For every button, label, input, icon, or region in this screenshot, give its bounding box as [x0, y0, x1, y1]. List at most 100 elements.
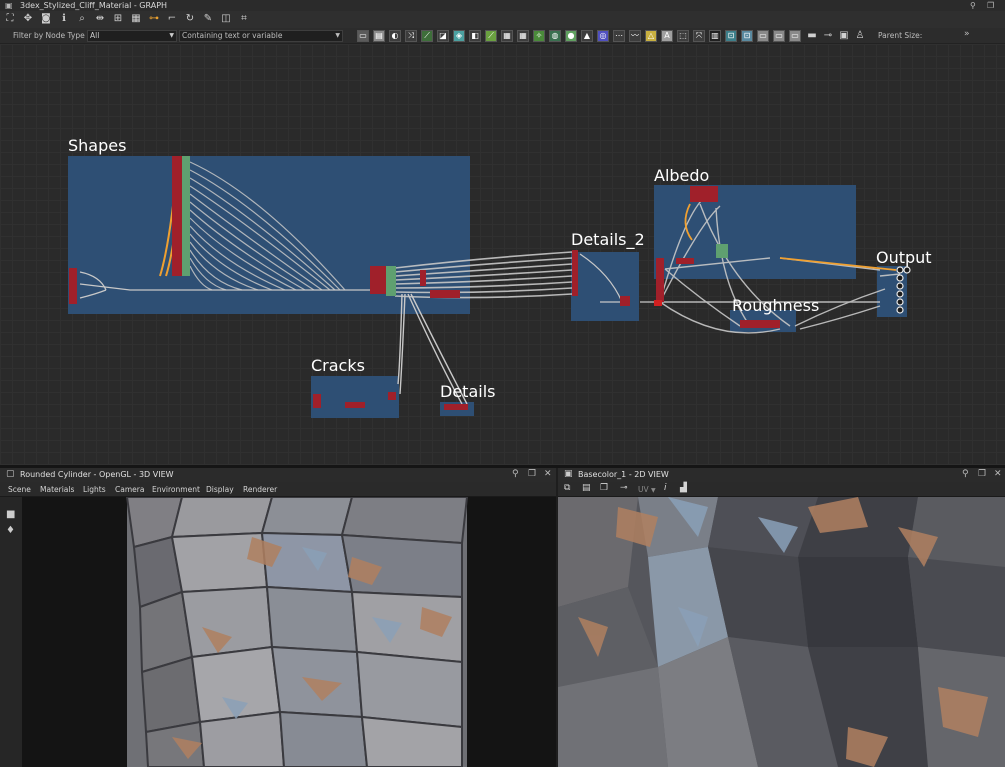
svg-node-icon[interactable]: ▭ [773, 30, 785, 42]
warning-node-icon[interactable]: △ [645, 30, 657, 42]
maximize-icon[interactable]: ❐ [987, 0, 994, 11]
menu-materials[interactable]: Materials [40, 485, 74, 494]
layout-icon[interactable]: ⌐ [166, 13, 178, 25]
uv-label: UV [638, 485, 649, 494]
menu-camera[interactable]: Camera [115, 485, 144, 494]
pan-icon[interactable]: ✥ [22, 13, 34, 25]
tools-icon[interactable]: ✎ [202, 13, 214, 25]
tile-icon[interactable]: ⊸ [620, 483, 628, 493]
pin-icon[interactable]: ⚲ [970, 0, 976, 11]
pin-icon[interactable]: ⚲ [512, 469, 519, 479]
curve-node-icon[interactable]: ⟋ [421, 30, 433, 42]
frame-icon[interactable]: ◫ [220, 13, 232, 25]
parent-size-label: Parent Size: [878, 31, 923, 40]
image-node-icon[interactable]: ▭ [357, 30, 369, 42]
blend-node-icon[interactable]: ◧ [469, 30, 481, 42]
view-3d-panel: ▢ Rounded Cylinder - OpenGL - 3D VIEW ⚲ … [0, 468, 556, 767]
maximize-icon[interactable]: ❐ [528, 469, 536, 479]
transform-node-icon[interactable]: ⤧ [693, 30, 705, 42]
bitmap-node-icon[interactable]: ▭ [757, 30, 769, 42]
gradient-node-icon[interactable]: ◪ [437, 30, 449, 42]
link-icon[interactable]: ⊶ [148, 13, 160, 25]
text-filter-input[interactable]: Containing text or variable ▼ [179, 30, 343, 42]
save-icon[interactable]: ▤ [582, 483, 591, 493]
histogram-icon[interactable]: ▟ [680, 483, 687, 493]
sphere-node-icon[interactable]: ● [565, 30, 577, 42]
input-node-icon[interactable]: ⊡ [741, 30, 753, 42]
frame-title-shapes: Shapes [68, 136, 127, 155]
frame-title-cracks: Cracks [311, 356, 365, 375]
menu-environment[interactable]: Environment [152, 485, 200, 494]
frame-title-roughness: Roughness [732, 296, 820, 315]
shape-node-icon[interactable]: ▲ [581, 30, 593, 42]
crop-icon[interactable]: ⌗ [238, 13, 250, 25]
select-node-icon[interactable]: ⬚ [677, 30, 689, 42]
chevron-down-icon: ▼ [335, 32, 340, 39]
grid-icon[interactable]: ▦ [130, 13, 142, 25]
pin-node-icon[interactable]: ⊸ [822, 30, 834, 42]
noise-node-icon[interactable]: ◍ [549, 30, 561, 42]
lightbulb-icon[interactable]: ♙ [854, 30, 866, 42]
view-2d-titlebar: ▣ Basecolor_1 - 2D VIEW ⚲ ❐ ✕ [558, 468, 1005, 482]
copy-icon[interactable]: ⧉ [564, 483, 570, 493]
view-2d-title: Basecolor_1 - 2D VIEW [578, 470, 669, 479]
pattern-node-icon[interactable]: ⋯ [613, 30, 625, 42]
info-icon[interactable]: ℹ [58, 13, 70, 25]
rock-cylinder-render [125, 497, 469, 767]
view-2d-viewport[interactable] [558, 497, 1005, 767]
fit-view-icon[interactable]: ⛶ [4, 13, 16, 25]
align-icon[interactable]: ⇹ [94, 13, 106, 25]
wave-node-icon[interactable]: 〰 [629, 30, 641, 42]
video-camera-icon[interactable]: ■ [6, 509, 15, 520]
grid-node-icon[interactable]: ▦ [517, 30, 529, 42]
swirl-node-icon[interactable]: ◎ [597, 30, 609, 42]
splatter-node-icon[interactable]: ✧ [533, 30, 545, 42]
warp-node-icon[interactable]: ⟋ [485, 30, 497, 42]
view-3d-menu: Scene Materials Lights Camera Environmen… [0, 482, 556, 497]
filter-bar: Filter by Node Type All ▼ Containing tex… [0, 28, 1005, 44]
binary-node-icon[interactable]: ▥ [709, 30, 721, 42]
menu-scene[interactable]: Scene [8, 485, 31, 494]
search-icon[interactable]: ⌕ [76, 13, 88, 25]
filter-node-type-label: Filter by Node Type [13, 31, 85, 40]
close-icon[interactable]: ✕ [544, 469, 552, 479]
frame-node-icon[interactable]: ▣ [838, 30, 850, 42]
graph-links [69, 156, 911, 410]
duplicate-icon[interactable]: ❐ [600, 483, 608, 493]
close-icon[interactable]: ✕ [994, 469, 1002, 479]
comment-icon[interactable]: ▬ [806, 30, 818, 42]
graph-canvas[interactable]: Shapes Cracks Details Details_2 Albedo R… [0, 44, 1005, 465]
tile-node-icon[interactable]: ▦ [501, 30, 513, 42]
shuffle-node-icon[interactable]: ⤨ [405, 30, 417, 42]
basecolor-texture [558, 497, 1005, 767]
menu-lights[interactable]: Lights [83, 485, 106, 494]
menu-display[interactable]: Display [206, 485, 234, 494]
view-2d-toolbar: ⧉ ▤ ❐ ⊸ UV ▼ i ▟ [558, 482, 1005, 497]
frame-title-details: Details [440, 382, 496, 401]
view-3d-title: Rounded Cylinder - OpenGL - 3D VIEW [20, 470, 174, 479]
refresh-icon[interactable]: ↻ [184, 13, 196, 25]
window-title: 3dex_Stylized_Cliff_Material - GRAPH [20, 1, 168, 10]
more-icon[interactable]: » [964, 29, 970, 39]
output-node-icon[interactable]: ⊡ [725, 30, 737, 42]
view-2d-panel: ▣ Basecolor_1 - 2D VIEW ⚲ ❐ ✕ ⧉ ▤ ❐ ⊸ UV… [558, 468, 1005, 767]
view-3d-side-tools: ■ ♦ [0, 497, 22, 767]
font-node-icon[interactable]: ▭ [789, 30, 801, 42]
uv-toggle[interactable]: UV ▼ [638, 485, 656, 494]
pin-icon[interactable]: ⚲ [962, 469, 969, 479]
text-node-icon[interactable]: ▤ [373, 30, 385, 42]
node-type-select[interactable]: All ▼ [87, 30, 177, 42]
levels-node-icon[interactable]: ◈ [453, 30, 465, 42]
camera-icon[interactable]: ◙ [40, 13, 52, 25]
maximize-icon[interactable]: ❐ [978, 469, 986, 479]
menu-renderer[interactable]: Renderer [243, 485, 277, 494]
drop-node-icon[interactable]: ◐ [389, 30, 401, 42]
info-icon[interactable]: i [664, 483, 667, 493]
atom-a-icon[interactable]: A [661, 30, 673, 42]
lightbulb-icon[interactable]: ♦ [6, 525, 15, 536]
window-titlebar: ▣ 3dex_Stylized_Cliff_Material - GRAPH ⚲… [0, 0, 1005, 11]
hierarchy-icon[interactable]: ⊞ [112, 13, 124, 25]
view-3d-viewport[interactable] [22, 497, 556, 767]
chevron-down-icon: ▼ [169, 32, 174, 39]
node-type-value: All [90, 31, 100, 40]
